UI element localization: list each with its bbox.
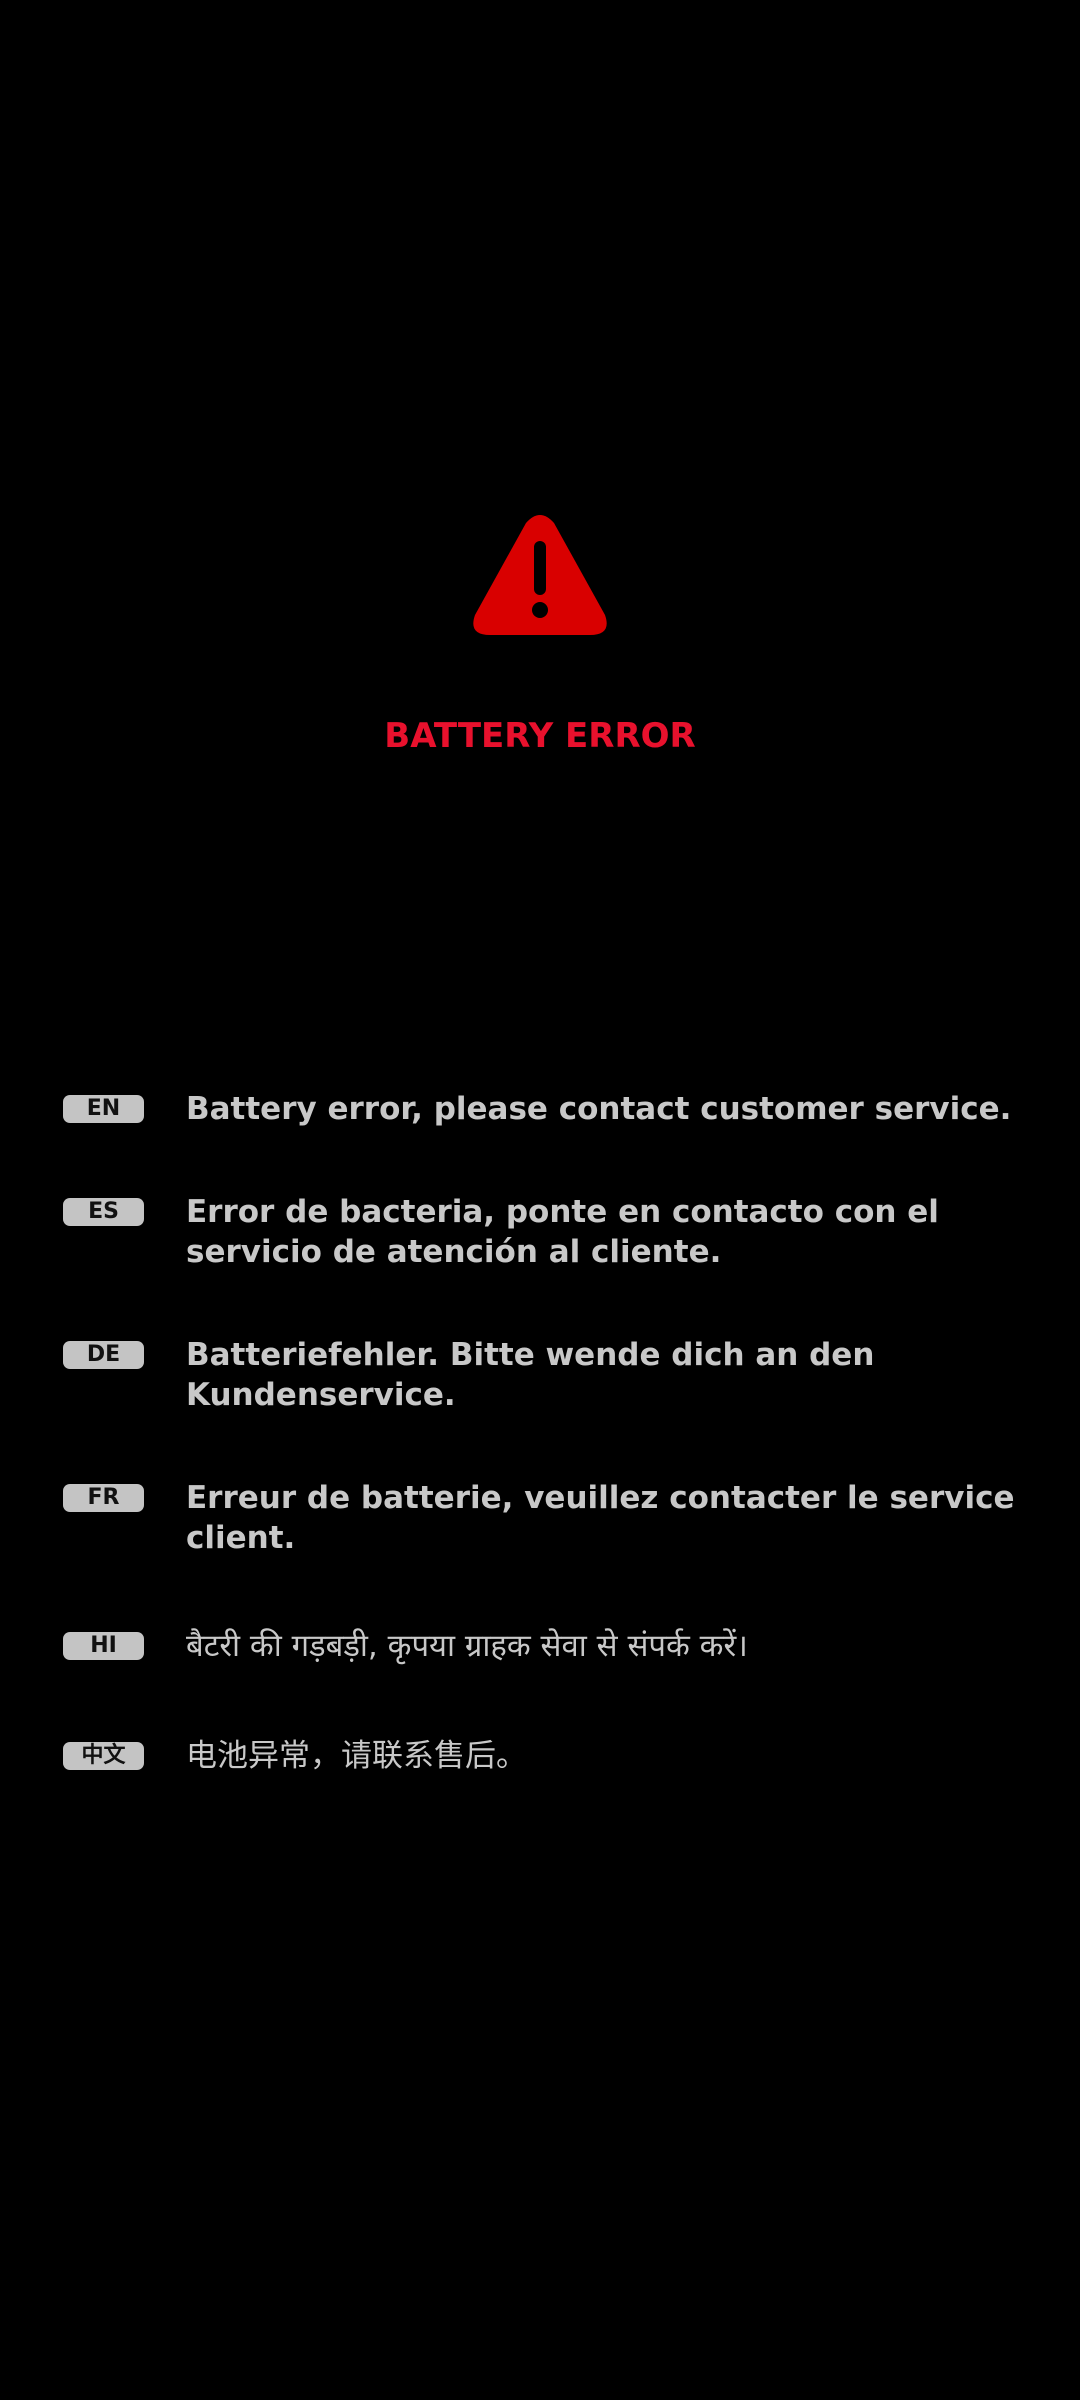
message-text-hi: बैटरी की गड़बड़ी, कृपया ग्राहक सेवा से स… — [186, 1628, 748, 1664]
message-text-fr: Erreur de batterie, veuillez contacter l… — [186, 1480, 1015, 1556]
language-badge-fr: FR — [63, 1484, 144, 1512]
language-badge-en: EN — [63, 1095, 144, 1123]
language-badge-zh: 中文 — [63, 1742, 144, 1770]
language-badge-hi: HI — [63, 1632, 144, 1660]
message-text-es: Error de bacteria, ponte en contacto con… — [186, 1194, 939, 1270]
language-badge-es: ES — [63, 1198, 144, 1226]
message-text-zh: 电池异常，请联系售后。 — [186, 1738, 527, 1774]
message-text-en: Battery error, please contact customer s… — [186, 1091, 1012, 1127]
message-list: EN Battery error, please contact custome… — [0, 0, 1080, 2400]
language-badge-de: DE — [63, 1341, 144, 1369]
message-text-de: Batteriefehler. Bitte wende dich an den … — [186, 1337, 875, 1413]
